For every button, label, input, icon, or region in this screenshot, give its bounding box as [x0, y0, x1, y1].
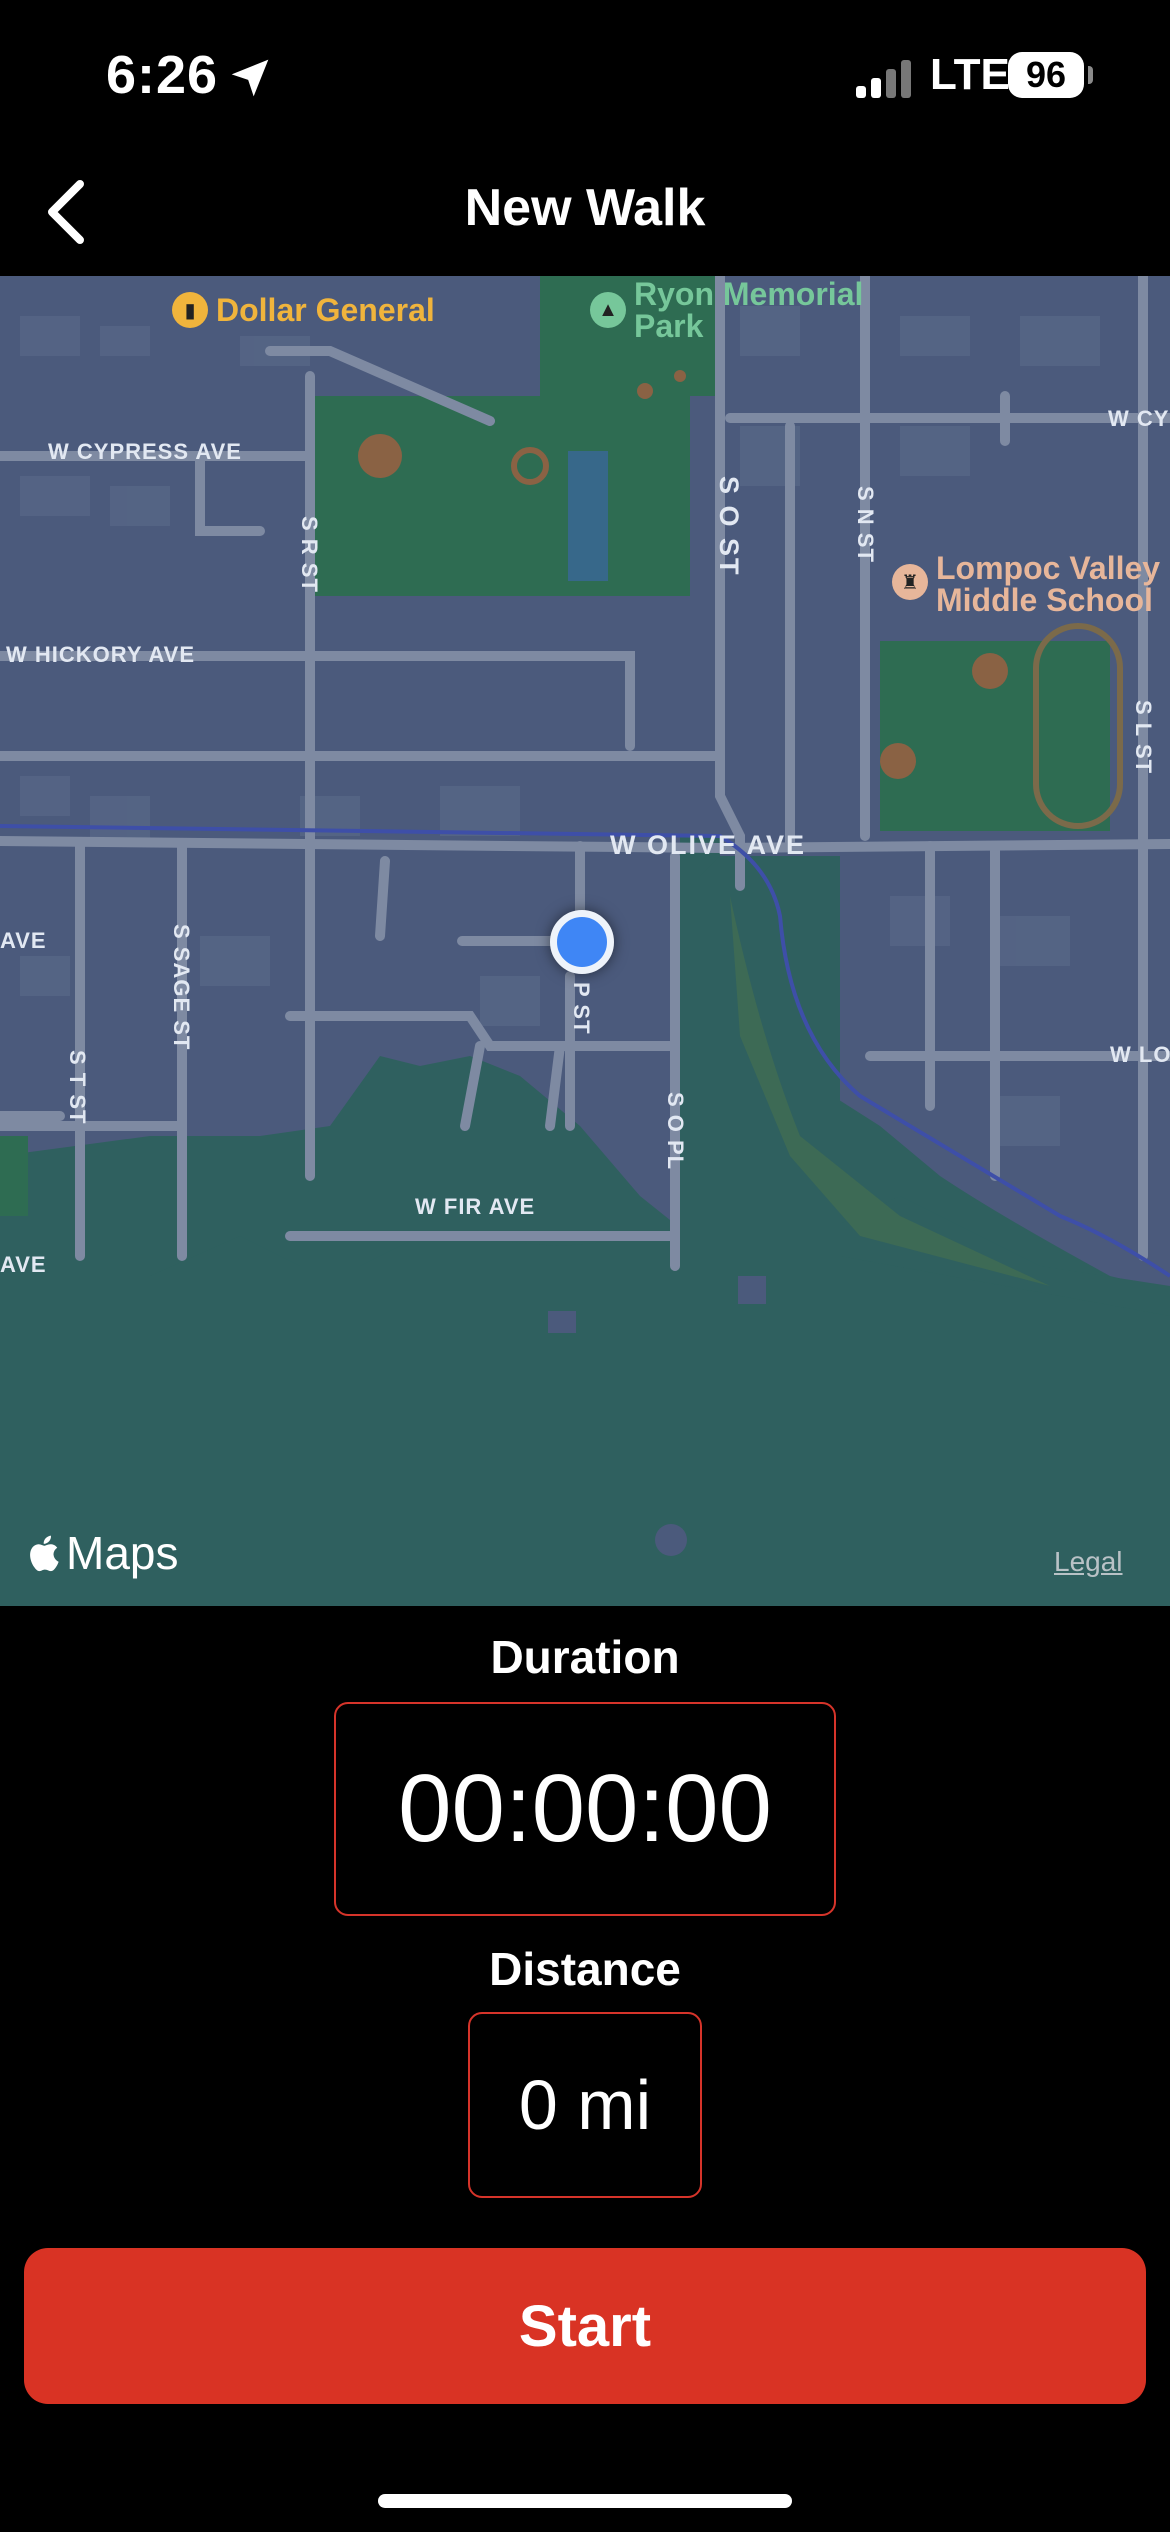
battery-icon: 96 — [1008, 52, 1084, 98]
maps-attribution-text: Maps — [66, 1527, 179, 1579]
poi-ryon-park-line2[interactable]: Park — [634, 310, 703, 342]
tree-icon[interactable]: ▲ — [590, 292, 626, 328]
page-title: New Walk — [464, 179, 706, 237]
road-label-olive: W OLIVE AVE — [610, 830, 807, 860]
road-label-lo-right: W LO — [1110, 1042, 1170, 1067]
apple-logo-icon — [30, 1535, 59, 1572]
distance-value: 0 mi — [518, 2066, 652, 2144]
map-view[interactable]: W CYPRESS AVE W CY W HICKORY AVE W OLIVE… — [0, 276, 1170, 1606]
road-label-cypress-right: W CY — [1108, 406, 1170, 431]
duration-display: 00:00:00 — [334, 1702, 836, 1916]
road-label-ave-left-1: AVE — [0, 928, 47, 953]
road-label-fir: W FIR AVE — [415, 1194, 536, 1219]
road-label-n-st: S N ST — [853, 486, 878, 563]
road-label-ave-left-2: AVE — [0, 1252, 47, 1277]
distance-display: 0 mi — [468, 2012, 702, 2198]
poi-lompoc-line2[interactable]: Middle School — [936, 584, 1153, 616]
navigation-bar: New Walk — [0, 150, 1170, 276]
status-time: 6:26 — [106, 45, 219, 105]
poi-ryon-park-line1[interactable]: Ryon Memorial — [634, 278, 863, 310]
location-arrow-icon — [231, 59, 269, 97]
network-type: LTE — [930, 50, 1010, 99]
battery-tip — [1088, 66, 1093, 84]
school-icon[interactable]: ♜ — [892, 564, 928, 600]
battery-level: 96 — [1025, 54, 1067, 95]
poi-lompoc-line1[interactable]: Lompoc Valley — [936, 552, 1160, 584]
duration-label: Duration — [490, 1631, 680, 1683]
road-label-p-st: P ST — [569, 982, 594, 1035]
road-label-sage-st: S SAGE ST — [169, 924, 194, 1051]
road-label-o-st: S O ST — [714, 476, 744, 577]
road-label-cypress: W CYPRESS AVE — [48, 439, 242, 464]
cellular-signal-icon — [856, 58, 914, 98]
road-label-t-st: S T ST — [65, 1050, 90, 1125]
road-label-hickory: W HICKORY AVE — [6, 642, 196, 667]
road-label-o-pl: S O PL — [663, 1092, 688, 1171]
user-location-dot — [550, 910, 614, 974]
legal-link[interactable]: Legal — [1054, 1546, 1123, 1578]
poi-dollar-general[interactable]: Dollar General — [216, 294, 435, 326]
apple-maps-attribution: Maps — [28, 1526, 178, 1580]
duration-value: 00:00:00 — [398, 1755, 772, 1862]
status-bar: 6:26 LTE 96 — [0, 0, 1170, 150]
road-label-r-st: S R ST — [297, 516, 322, 593]
shopping-bag-icon[interactable]: ▮ — [172, 292, 208, 328]
start-button[interactable]: Start — [24, 2248, 1146, 2404]
road-label-l-st: S L ST — [1131, 700, 1156, 775]
home-indicator[interactable] — [378, 2494, 792, 2508]
distance-label: Distance — [489, 1943, 681, 1995]
